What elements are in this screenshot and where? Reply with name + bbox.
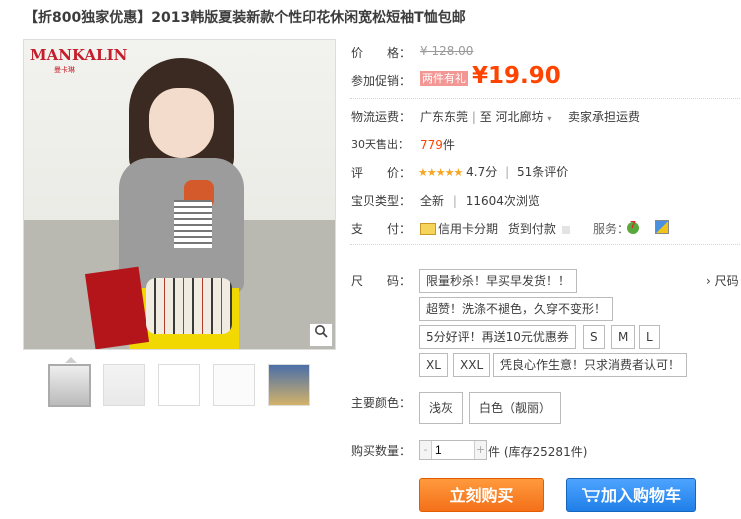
thumbnail-strip	[48, 364, 318, 408]
item-type-label: 宝贝类型：	[351, 194, 412, 208]
credit-card-icon	[420, 223, 436, 235]
original-price: ¥ 128.00	[420, 44, 474, 58]
shipping-route: 广东东莞 | 至 河北廊坊 ▾	[420, 110, 552, 124]
size-label: 尺 码：	[351, 274, 412, 288]
thumbnail-4[interactable]	[213, 364, 255, 406]
promo-price: ¥19.90	[472, 63, 561, 89]
shipping-label: 物流运费：	[351, 110, 412, 124]
divider	[350, 98, 740, 99]
review-count-link[interactable]: 51条评价	[517, 165, 568, 179]
shipping-fee: 卖家承担运费	[568, 110, 641, 124]
price-label: 价 格：	[351, 46, 412, 60]
size-option-s[interactable]: S	[583, 325, 605, 349]
buy-now-button[interactable]: 立刻购买	[419, 478, 544, 512]
svg-text:7: 7	[630, 220, 636, 231]
thumbnail-indicator	[65, 357, 77, 363]
promo-tag[interactable]: 两件有礼	[420, 71, 468, 86]
rating-score: 4.7分	[466, 165, 498, 179]
cash-on-delivery[interactable]: 货到付款	[508, 222, 556, 236]
size-option[interactable]: 凭良心作生意！只求消费者认可！	[493, 353, 688, 377]
thumbnail-5[interactable]	[268, 364, 310, 406]
size-option[interactable]: 超赞！洗涤不褪色，久穿不变形！	[419, 297, 614, 321]
thumbnail-3[interactable]	[158, 364, 200, 406]
quantity-input[interactable]	[432, 441, 473, 459]
quantity-stepper: - +	[419, 440, 487, 460]
quantity-label: 购买数量：	[351, 444, 412, 458]
service-badge-icon[interactable]	[655, 220, 669, 234]
star-icon: ★★★★★	[418, 166, 463, 179]
divider	[350, 244, 740, 245]
promo-price-value: 19.90	[488, 63, 561, 89]
payment-options: 信用卡分期 货到付款	[438, 220, 570, 237]
promo-label: 参加促销：	[351, 74, 412, 88]
size-option-m[interactable]: M	[611, 325, 636, 349]
chevron-down-icon[interactable]: ▾	[547, 114, 551, 123]
currency-symbol: ¥	[472, 63, 489, 89]
quantity-increase-button[interactable]: +	[474, 441, 486, 459]
size-option-l[interactable]: L	[639, 325, 660, 349]
payment-label: 支 付：	[351, 222, 412, 236]
rating-label: 评 价：	[351, 166, 412, 180]
main-product-image[interactable]: MANKALIN 曼卡琳	[23, 39, 336, 350]
size-chart-link[interactable]: › 尺码	[706, 272, 739, 289]
add-to-cart-label: 加入购物车	[600, 486, 681, 505]
shipping-to[interactable]: 至 河北廊坊	[480, 110, 544, 124]
chevron-right-icon: ›	[706, 274, 711, 288]
sales-unit: 件	[442, 138, 455, 152]
sales-label: 30天售出：	[351, 138, 409, 151]
brand-logo-subtitle: 曼卡琳	[54, 66, 75, 74]
quantity-decrease-button[interactable]: -	[420, 441, 432, 459]
size-chart-label: 尺码	[714, 274, 739, 288]
color-option-white[interactable]: 白色（靓丽）	[469, 392, 562, 424]
color-label: 主要颜色：	[351, 396, 412, 410]
thumbnail-2[interactable]	[103, 364, 145, 406]
sales-count-value: 779	[420, 138, 443, 152]
stock-count: (库存25281件)	[503, 445, 588, 459]
thumbnail-1[interactable]	[48, 364, 91, 407]
item-condition: 全新	[420, 194, 445, 208]
service-seven-icon[interactable]: 7	[626, 219, 640, 234]
sales-count: 779件	[420, 136, 455, 153]
color-option-light-gray[interactable]: 浅灰	[419, 392, 464, 424]
product-title: 【折800独家优惠】2013韩版夏装新款个性印花休闲宽松短袖T恤包邮	[24, 10, 466, 26]
size-option[interactable]: 5分好评！再送10元优惠券	[419, 325, 576, 349]
credit-installment-link[interactable]: 信用卡分期	[438, 222, 498, 236]
cart-icon	[581, 481, 601, 515]
view-count: 11604次浏览	[465, 194, 540, 208]
shipping-from: 广东东莞	[420, 110, 469, 124]
dropdown-arrow-icon[interactable]	[561, 225, 570, 234]
service-label: 服务：	[593, 222, 630, 236]
size-option-xl[interactable]: XL	[419, 353, 448, 377]
magnifier-icon[interactable]	[309, 323, 333, 347]
brand-logo: MANKALIN	[30, 46, 128, 64]
item-type-info: 全新 | 11604次浏览	[420, 194, 540, 208]
quantity-unit: 件	[488, 445, 501, 459]
add-to-cart-button[interactable]: 加入购物车	[566, 478, 696, 512]
rating-info: ★★★★★ 4.7分 | 51条评价	[418, 165, 569, 179]
size-option[interactable]: 限量秒杀！早买早发货！！	[419, 269, 578, 293]
size-option-xxl[interactable]: XXL	[453, 353, 491, 377]
quantity-stock: 件 (库存25281件)	[488, 443, 587, 460]
